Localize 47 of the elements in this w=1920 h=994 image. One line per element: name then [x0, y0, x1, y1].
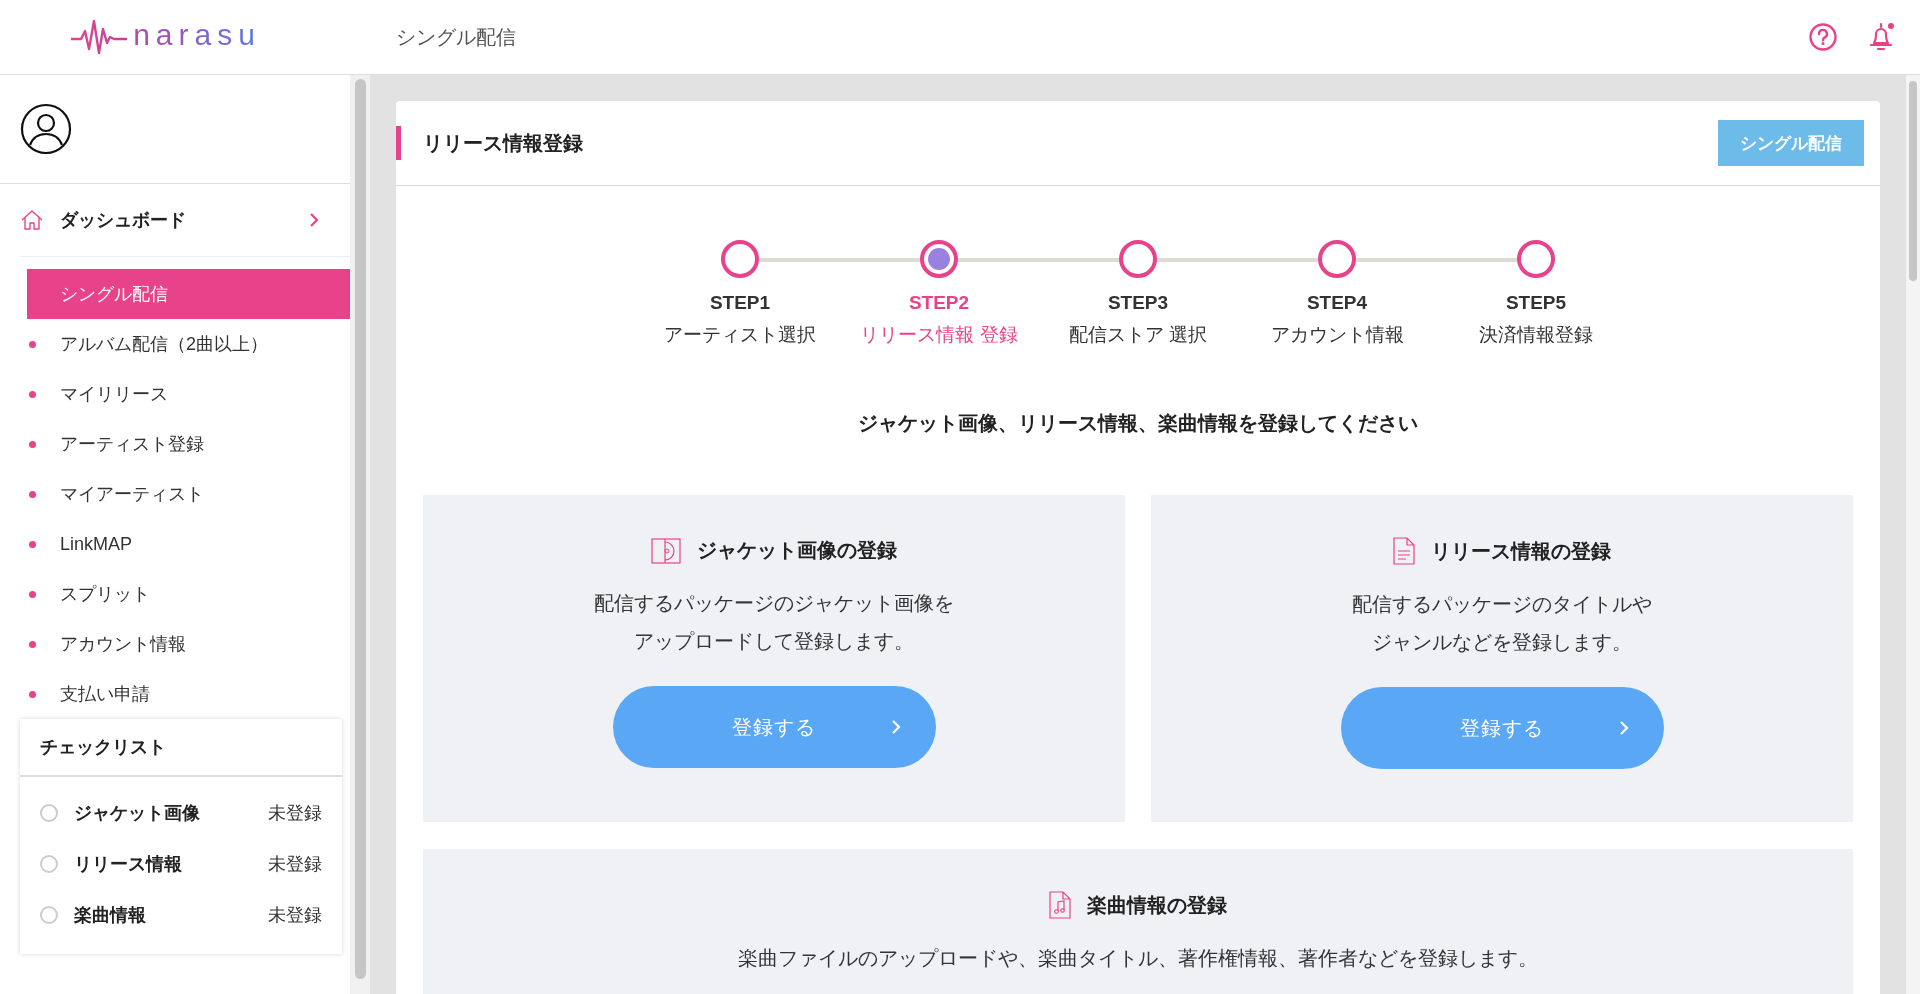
panel-title: 楽曲情報の登録: [1087, 892, 1227, 918]
step-number: STEP3: [1107, 292, 1169, 314]
checklist-label: リリース情報: [74, 852, 182, 876]
step-number: STEP4: [1306, 292, 1368, 314]
panel-title: ジャケット画像の登録: [697, 538, 897, 563]
music-file-icon: [1049, 891, 1071, 919]
nav-item[interactable]: マイリリース: [0, 369, 350, 419]
step-label: アカウント情報: [1270, 323, 1404, 347]
instruction-text: ジャケット画像、リリース情報、楽曲情報を登録してください: [857, 411, 1419, 436]
nav-item[interactable]: シングル配信: [27, 269, 350, 319]
waveform-icon: [69, 17, 130, 57]
panel-title: リリース情報の登録: [1431, 538, 1611, 564]
step-label: リリース情報 登録: [860, 323, 1018, 347]
step-label: 配信ストア 選択: [1068, 323, 1208, 347]
chevron-right-icon: [889, 719, 902, 735]
nav-item[interactable]: アーティスト登録: [0, 419, 350, 469]
step-label: アーティスト選択: [664, 323, 816, 347]
document-icon: [1393, 537, 1415, 565]
nav-item[interactable]: アカウント情報: [0, 619, 350, 669]
jacket-icon: [651, 537, 681, 564]
help-icon[interactable]: [1808, 22, 1838, 52]
checklist-label: 楽曲情報: [74, 903, 146, 927]
chevron-right-icon: [1617, 720, 1630, 736]
panel-description: 楽曲ファイルのアップロードや、楽曲タイトル、著作権情報、著作者などを登録します。: [738, 946, 1538, 971]
panel-description: 配信するパッケージのジャケット画像を アップロードして登録します。: [594, 591, 954, 654]
checklist-status: 未登録: [268, 801, 322, 825]
home-icon: [20, 208, 44, 232]
nav-item[interactable]: LinkMAP: [0, 519, 350, 569]
user-avatar-icon[interactable]: [20, 103, 72, 155]
section-title: リリース情報登録: [396, 126, 583, 160]
checklist-status: 未登録: [268, 852, 322, 876]
panel-description: 配信するパッケージのタイトルや ジャンルなどを登録します。: [1352, 592, 1652, 655]
nav-item[interactable]: 支払い申請: [0, 669, 350, 719]
nav-item[interactable]: アルバム配信（2曲以上）: [0, 319, 350, 369]
step-number: STEP2: [908, 292, 970, 314]
step-label: 決済情報登録: [1479, 323, 1593, 347]
nav-item[interactable]: スプリット: [0, 569, 350, 619]
nav-item[interactable]: マイアーティスト: [0, 469, 350, 519]
checklist-status: 未登録: [268, 903, 322, 927]
checklist-title: チェックリスト: [20, 719, 342, 777]
page-title: シングル配信: [396, 24, 516, 50]
scrollbar-thumb[interactable]: [354, 79, 366, 979]
step-number: STEP5: [1505, 292, 1567, 314]
step-number: STEP1: [709, 292, 771, 314]
chevron-right-icon: [308, 212, 320, 228]
page-scrollbar-thumb[interactable]: [1909, 81, 1917, 281]
checklist-label: ジャケット画像: [74, 801, 200, 825]
